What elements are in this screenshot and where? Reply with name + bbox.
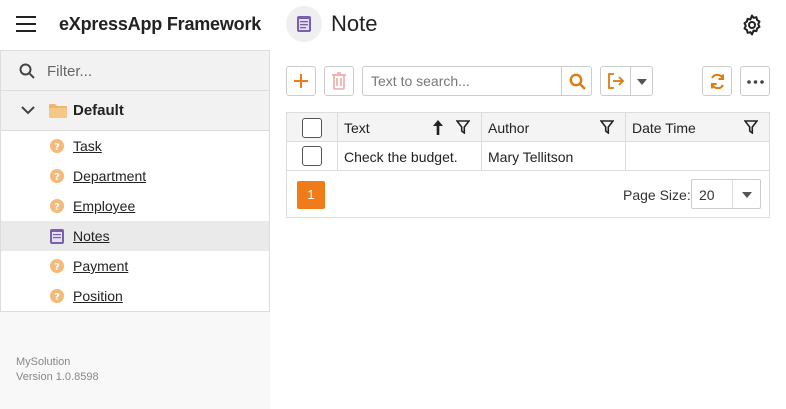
note-icon xyxy=(297,16,311,32)
grid-header-row: Text Author Date Time xyxy=(287,113,769,142)
more-dots-icon xyxy=(747,80,764,84)
column-header-label: Text xyxy=(344,120,370,136)
folder-icon xyxy=(49,104,67,118)
question-icon: ? xyxy=(50,169,64,183)
filter-icon[interactable] xyxy=(456,120,470,134)
page-size-divider xyxy=(732,180,733,208)
sidebar-item-notes[interactable]: Notes xyxy=(1,221,269,251)
delete-button[interactable] xyxy=(324,66,354,96)
hamburger-menu-icon[interactable] xyxy=(16,16,36,32)
svg-text:?: ? xyxy=(54,292,60,303)
refresh-button[interactable] xyxy=(702,66,732,96)
caret-down-icon xyxy=(637,79,647,85)
footer-app-name: MySolution xyxy=(16,356,71,368)
cell-text[interactable]: Check the budget. xyxy=(338,142,482,170)
sidebar-item-department[interactable]: ? Department xyxy=(1,161,269,191)
search-icon xyxy=(19,63,35,79)
sidebar-item-task[interactable]: ? Task xyxy=(1,131,269,161)
sidebar-item-payment[interactable]: ? Payment xyxy=(1,251,269,281)
page-size-value: 20 xyxy=(699,187,715,203)
view-title: Note xyxy=(331,11,378,36)
top-header: eXpressApp Framework Note xyxy=(0,0,786,50)
question-icon: ? xyxy=(50,259,64,273)
column-header-text[interactable]: Text xyxy=(338,113,482,142)
chevron-down-icon xyxy=(21,106,35,115)
svg-text:?: ? xyxy=(54,142,60,153)
filter-input[interactable] xyxy=(47,59,247,83)
sort-ascending-icon xyxy=(433,120,443,135)
app-title: eXpressApp Framework xyxy=(59,14,262,34)
question-icon: ? xyxy=(50,139,64,153)
question-icon: ? xyxy=(50,289,64,303)
plus-icon xyxy=(294,74,308,88)
sidebar-item-label: Position xyxy=(73,288,123,304)
search-button[interactable] xyxy=(561,66,592,96)
sidebar-item-label: Employee xyxy=(73,198,136,214)
row-select-cell xyxy=(287,142,338,170)
trash-icon xyxy=(332,72,346,90)
cell-value: Mary Tellitson xyxy=(488,149,574,165)
table-row[interactable]: Check the budget. Mary Tellitson xyxy=(287,142,769,171)
page-button-current[interactable]: 1 xyxy=(297,181,325,209)
cell-date-time[interactable] xyxy=(626,142,769,170)
note-icon xyxy=(50,229,64,244)
caret-down-icon xyxy=(742,192,752,198)
sidebar-item-label: Notes xyxy=(73,228,110,244)
column-header-label: Author xyxy=(488,120,530,136)
new-button[interactable] xyxy=(286,66,316,96)
notes-grid: Text Author Date Time Check the budget. … xyxy=(286,112,770,218)
export-split-divider xyxy=(630,67,631,95)
row-checkbox[interactable] xyxy=(302,146,322,166)
navigation-panel: Default ? Task ? Department ? Employee N… xyxy=(0,50,270,312)
footer-version: Version 1.0.8598 xyxy=(16,371,99,383)
select-all-checkbox[interactable] xyxy=(302,118,322,138)
nav-group-default[interactable]: Default xyxy=(1,91,269,131)
page-size-select[interactable]: 20 xyxy=(691,179,761,209)
search-input[interactable] xyxy=(362,66,562,96)
column-header-date-time[interactable]: Date Time xyxy=(626,113,769,142)
more-options-button[interactable] xyxy=(740,66,770,96)
question-icon: ? xyxy=(50,199,64,213)
svg-text:?: ? xyxy=(54,202,60,213)
svg-text:?: ? xyxy=(54,262,60,273)
sidebar-item-employee[interactable]: ? Employee xyxy=(1,191,269,221)
filter-icon[interactable] xyxy=(600,120,614,134)
export-icon xyxy=(608,73,625,89)
filter-row xyxy=(1,51,269,91)
svg-text:?: ? xyxy=(54,172,60,183)
gear-icon[interactable] xyxy=(740,13,764,37)
filter-icon[interactable] xyxy=(744,120,758,134)
column-header-label: Date Time xyxy=(632,120,696,136)
sidebar-item-label: Payment xyxy=(73,258,129,274)
select-all-cell xyxy=(287,113,338,142)
cell-value: Check the budget. xyxy=(344,149,458,165)
refresh-icon xyxy=(711,73,724,90)
export-button[interactable] xyxy=(600,66,653,96)
nav-group-label: Default xyxy=(73,102,124,119)
sidebar-item-label: Task xyxy=(73,138,102,154)
sidebar: Default ? Task ? Department ? Employee N… xyxy=(0,50,270,409)
cell-author[interactable]: Mary Tellitson xyxy=(482,142,626,170)
sidebar-item-label: Department xyxy=(73,168,147,184)
view-icon-circle xyxy=(286,6,322,42)
search-icon xyxy=(569,73,586,90)
column-header-author[interactable]: Author xyxy=(482,113,626,142)
page-size-label: Page Size: xyxy=(623,187,691,203)
sidebar-item-position[interactable]: ? Position xyxy=(1,281,269,311)
